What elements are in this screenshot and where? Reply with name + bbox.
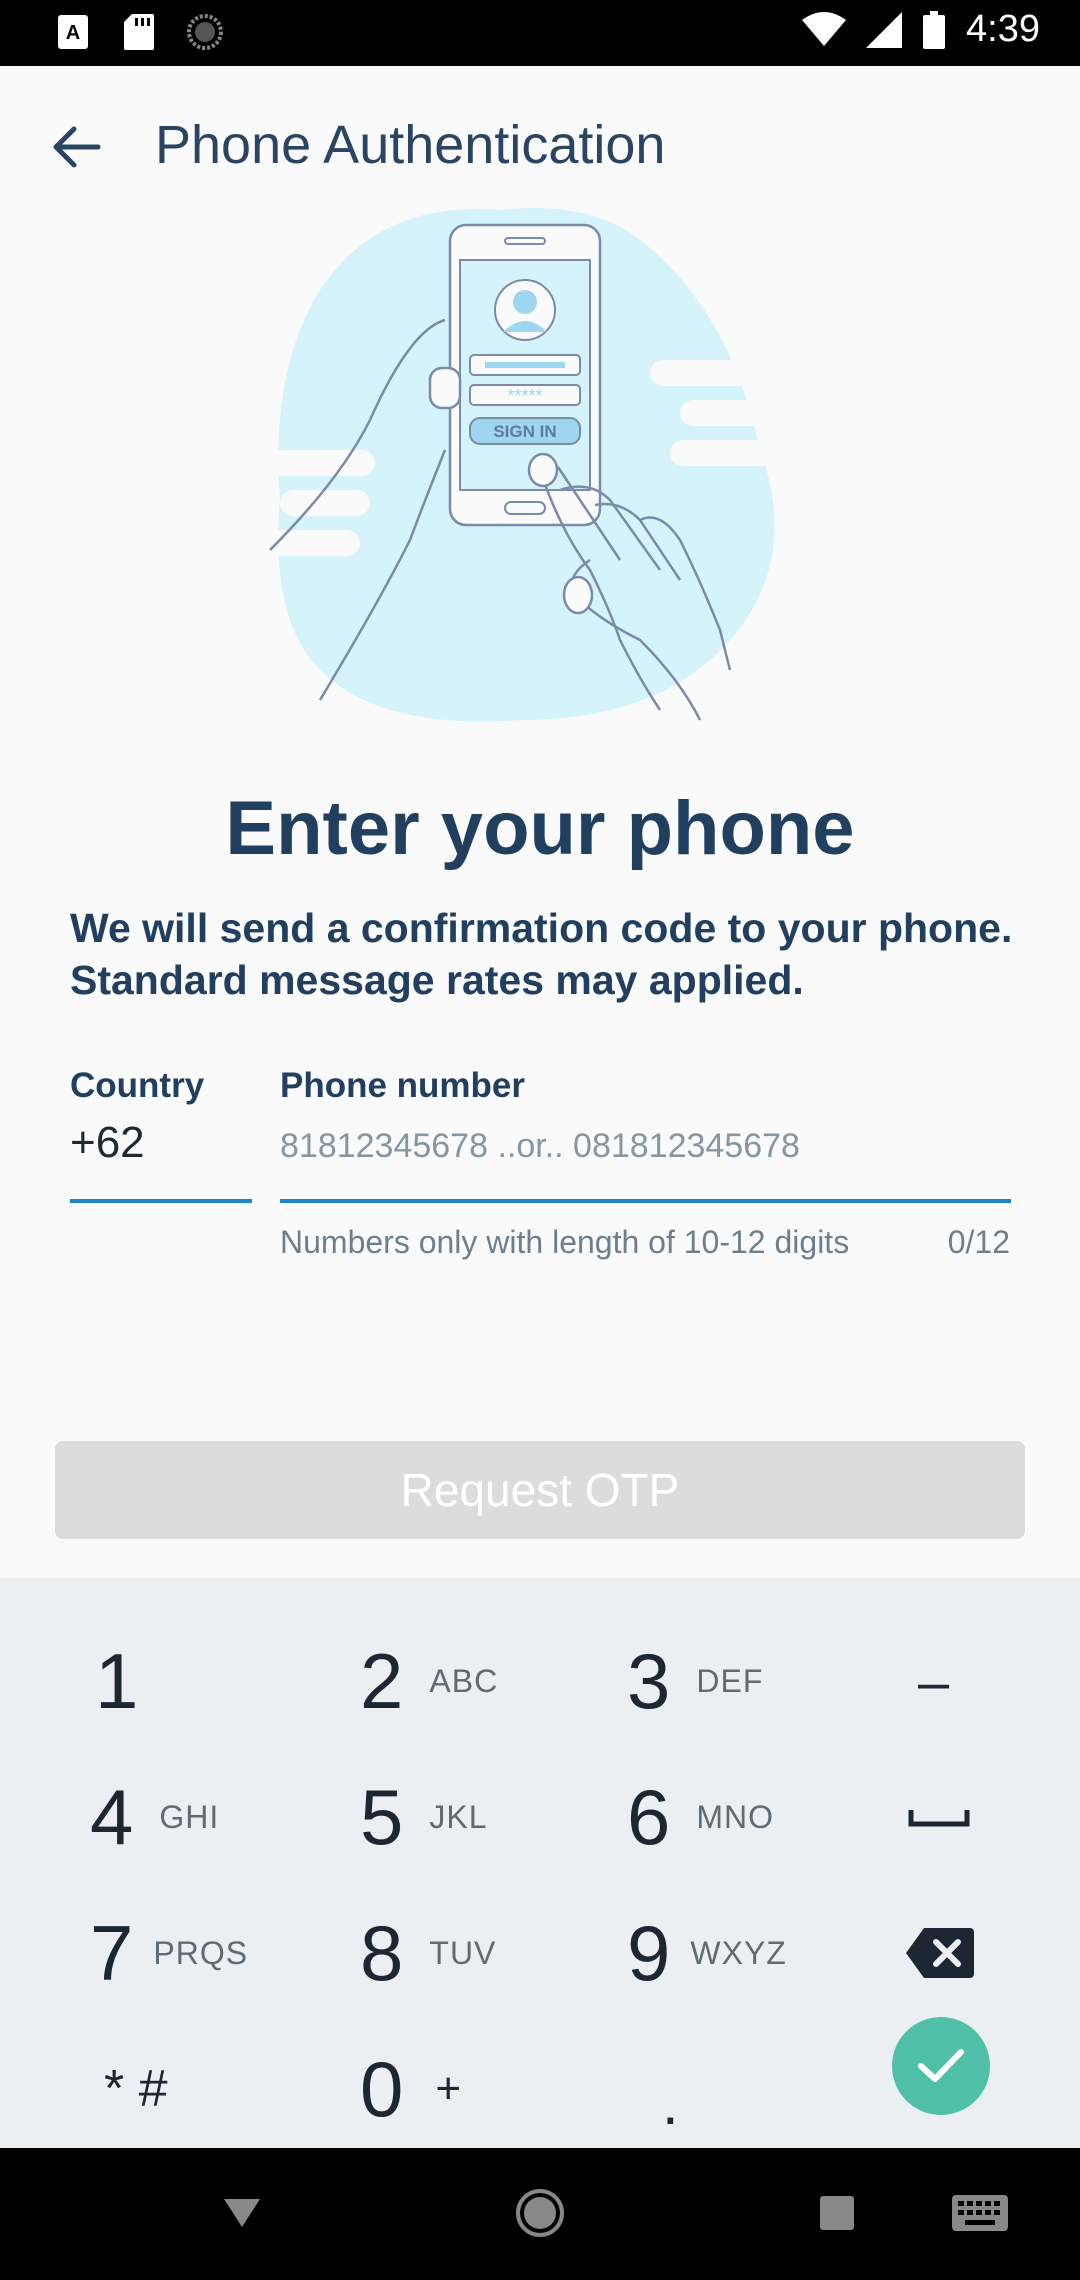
arrow-left-icon [53,126,101,168]
key-0[interactable]: 0 + [360,2024,462,2154]
key-digit: 1 [95,1636,139,1725]
wifi-icon [802,11,847,48]
phone-auth-screen: A 4:39 Phone Authentication ***** SIGN I… [0,0,1080,2280]
key-1[interactable]: 1 [95,1616,138,1746]
key-symbol: * # [104,2060,168,2118]
helper-text: Numbers only with length of 10-12 digits [280,1224,850,1260]
key-letters: WXYZ [690,1934,787,1971]
nav-home-button[interactable] [505,2178,575,2248]
description-text: We will send a confirmation code to your… [70,905,1013,1003]
recents-square-icon [820,2196,854,2230]
signal-icon [866,11,903,48]
phone-number-label: Phone number [280,1066,526,1105]
key-letters: TUV [429,1934,497,1971]
key-letters: PRQS [153,1934,249,1971]
key-letters: GHI [159,1798,220,1835]
font-icon: A [55,14,91,50]
illustration-signin-text: SIGN IN [493,422,556,441]
key-letters: ABC [429,1662,499,1699]
checkmark-icon [918,2049,964,2082]
country-label: Country [70,1066,205,1105]
key-8[interactable]: 8 TUV [360,1888,496,2018]
system-nav-bar [0,2148,1080,2280]
key-letters: + [435,2064,463,2113]
key-digit: 3 [627,1636,671,1725]
key-backspace[interactable] [906,1888,974,2018]
battery-icon [922,10,946,49]
phone-underline [280,1199,1011,1203]
backspace-icon [906,1928,974,1978]
key-letters: DEF [696,1662,764,1699]
nav-back-button[interactable] [207,2178,277,2248]
sync-icon [187,14,223,50]
svg-text:A: A [66,22,80,44]
space-bar-icon [908,1810,970,1827]
key-letters: MNO [696,1798,775,1835]
key-3[interactable]: 3 DEF [627,1616,763,1746]
key-digit: 0 [360,2044,404,2133]
key-5[interactable]: 5 JKL [360,1752,488,1882]
key-symbol: . [662,2069,679,2137]
page-title: Phone Authentication [155,115,666,175]
numeric-keypad: 1 2 ABC 3 DEF – 4 GHI 5 JKL 6 MNO 7 PRQS… [0,1578,1080,2148]
phone-number-input[interactable] [280,1116,1010,1176]
back-triangle-icon [224,2199,260,2227]
key-letters: JKL [429,1798,488,1835]
request-otp-button[interactable]: Request OTP [55,1441,1025,1539]
character-counter: 0/12 [947,1224,1010,1260]
key-2[interactable]: 2 ABC [360,1616,498,1746]
home-circle-icon [516,2189,564,2237]
key-9[interactable]: 9 WXYZ [627,1888,787,2018]
headline: Enter your phone [225,786,855,871]
key-digit: 4 [90,1772,134,1861]
key-digit: 9 [627,1908,671,1997]
key-digit: 5 [360,1772,404,1861]
key-digit: 6 [627,1772,671,1861]
keyboard-icon [952,2195,1008,2231]
sd-card-icon [121,14,157,50]
key-digit: 7 [90,1908,134,1997]
key-symbol: – [918,1649,950,1713]
key-space[interactable] [908,1752,970,1882]
clock: 4:39 [966,8,1040,50]
nav-recents-button[interactable] [802,2178,872,2248]
nav-keyboard-button[interactable] [945,2178,1015,2248]
password-mask: ***** [507,386,542,406]
back-button[interactable] [40,110,114,184]
done-button[interactable] [892,2017,990,2115]
phone-signin-illustration: ***** SIGN IN [260,200,820,745]
key-6[interactable]: 6 MNO [627,1752,774,1882]
key-digit: 2 [360,1636,404,1725]
key-dash[interactable]: – [918,1616,949,1746]
country-underline [70,1199,252,1203]
key-star-hash[interactable]: * # [104,2024,168,2154]
key-digit: 8 [360,1908,404,1997]
status-bar: A 4:39 [0,0,1080,66]
key-4[interactable]: 4 GHI [90,1752,219,1882]
key-7[interactable]: 7 PRQS [90,1888,248,2018]
country-code-field[interactable]: +62 [70,1118,145,1168]
